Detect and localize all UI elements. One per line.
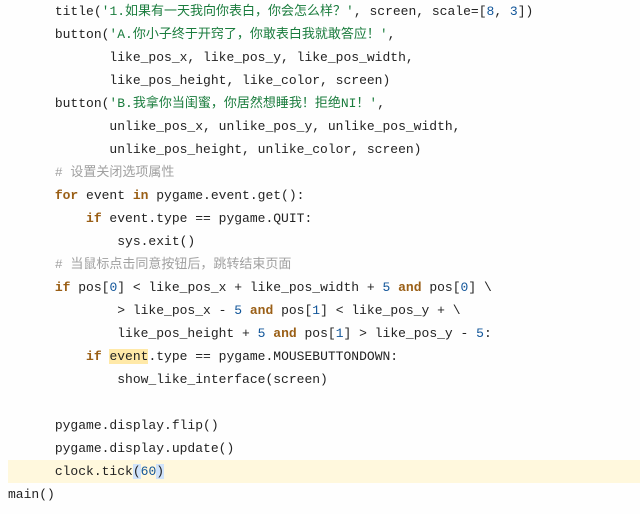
comment-close-option: # 设置关闭选项属性 — [55, 165, 175, 180]
call-flip: pygame.display.flip() — [55, 418, 219, 433]
comment-click-jump: # 当鼠标点击同意按钮后，跳转结束页面 — [55, 257, 292, 272]
highlight-paren-close: ) — [156, 464, 164, 479]
current-line: clock.tick(60) — [8, 460, 640, 483]
like-args-line1: like_pos_x, like_pos_y, like_pos_width, — [109, 50, 413, 65]
call-sys-exit: sys.exit() — [117, 234, 195, 249]
call-button-b: button( — [55, 96, 110, 111]
string-button-b: 'B.我拿你当闺蜜，你居然想睡我！拒绝NI！' — [109, 96, 377, 111]
unlike-args-line2: unlike_pos_height, unlike_color, screen) — [109, 142, 421, 157]
highlight-paren-open: ( — [133, 464, 141, 479]
string-title: '1.如果有一天我向你表白，你会怎么样？' — [102, 4, 354, 19]
call-button-a: button( — [55, 27, 110, 42]
kw-for: for — [55, 188, 78, 203]
highlight-event: event — [109, 349, 148, 364]
code-editor[interactable]: title('1.如果有一天我向你表白，你会怎么样？', screen, sca… — [0, 0, 640, 506]
kw-if-quit: if — [86, 211, 102, 226]
call-clock-tick: clock.tick — [55, 464, 133, 479]
call-show-like: show_like_interface(screen) — [117, 372, 328, 387]
call-main: main() — [8, 487, 55, 502]
string-button-a: 'A.你小子终于开窍了，你敢表白我就敢答应！' — [109, 27, 387, 42]
kw-if-pos: if — [55, 280, 71, 295]
like-args-line2: like_pos_height, like_color, screen) — [109, 73, 390, 88]
kw-in: in — [133, 188, 149, 203]
unlike-args-line1: unlike_pos_x, unlike_pos_y, unlike_pos_w… — [109, 119, 460, 134]
kw-if-mouse: if — [86, 349, 102, 364]
call-title: title — [55, 4, 94, 19]
call-update: pygame.display.update() — [55, 441, 234, 456]
